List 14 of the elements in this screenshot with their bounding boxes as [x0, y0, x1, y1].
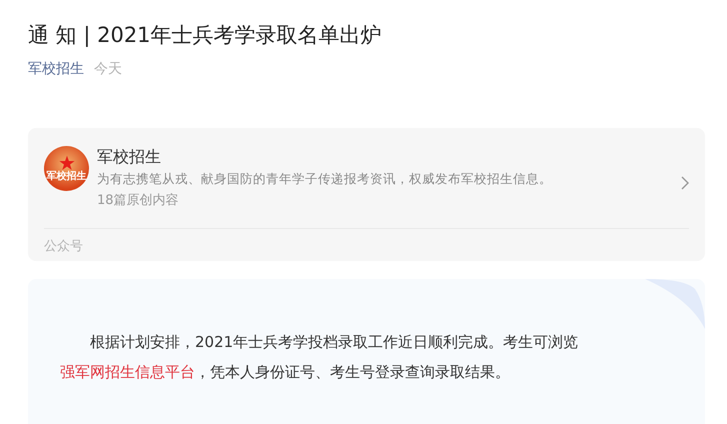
chevron-right-icon — [681, 176, 689, 190]
article-paragraph: 根据计划安排，2021年士兵考学投档录取工作近日顺利完成。考生可浏览 强军网招生信息平台，凭本人身份证号、考生号登录查询录取结果。 — [60, 332, 580, 383]
star-icon — [58, 154, 74, 170]
author-link[interactable]: 军校招生 — [28, 60, 84, 78]
article-count: 18篇原创内容 — [97, 192, 180, 210]
account-name: 军校招生 — [97, 146, 162, 168]
account-description: 为有志携笔从戎、献身国防的青年学子传递报考资讯，权威发布军校招生信息。 — [97, 170, 553, 188]
account-card[interactable]: 军校招生 军校招生 为有志携笔从戎、献身国防的青年学子传递报考资讯，权威发布军校招生信息。 18篇原创内容 公众号 — [28, 128, 705, 261]
article-title: 通 知 | 2021年士兵考学录取名单出炉 — [28, 22, 383, 49]
account-type-label: 公众号 — [44, 238, 84, 256]
publish-time: 今天 — [94, 60, 122, 78]
page-curl-drawing — [645, 279, 705, 329]
platform-link[interactable]: 强军网招生信息平台 — [60, 363, 195, 381]
logo-text: 军校招生 — [46, 170, 86, 182]
